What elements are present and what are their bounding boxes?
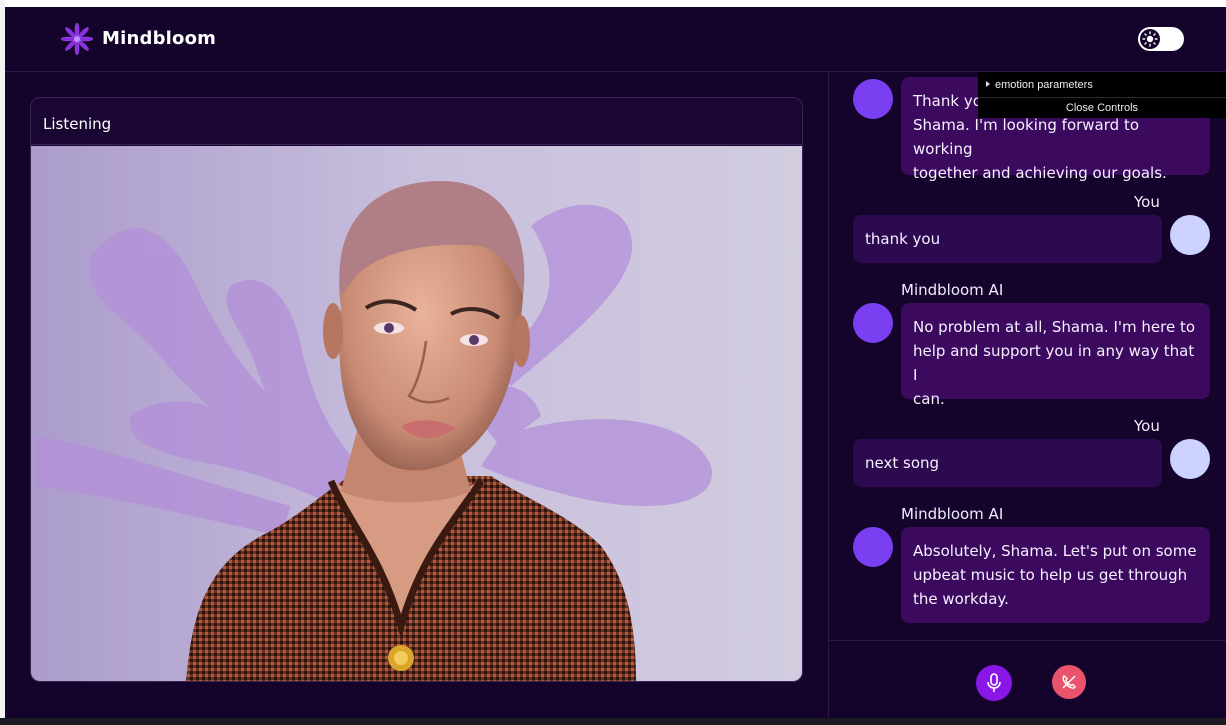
message-line: help and support you in any way that I	[913, 342, 1195, 384]
emotion-parameters-folder[interactable]: emotion parameters	[978, 72, 1226, 98]
message-line: upbeat music to help us get through	[913, 566, 1188, 584]
listening-status: Listening	[43, 115, 112, 133]
end-call-button[interactable]	[1052, 665, 1086, 699]
theme-toggle[interactable]	[1138, 27, 1184, 51]
sun-icon	[1142, 31, 1158, 47]
avatar-card-header: Listening	[31, 98, 802, 145]
app-window: Mindbloom Listening Thank you Shama. I'm…	[5, 7, 1226, 718]
avatar-3d-view[interactable]	[31, 146, 803, 682]
sender-name: Mindbloom AI	[901, 281, 1004, 299]
ai-message-bubble: Absolutely, Shama. Let's put on some upb…	[901, 527, 1210, 623]
microphone-button[interactable]	[976, 665, 1012, 701]
message-line: Shama. I'm looking forward to working	[913, 116, 1139, 158]
close-controls-button[interactable]: Close Controls	[978, 99, 1226, 118]
message-line: the workday.	[913, 590, 1009, 608]
message-line: together and achieving our goals.	[913, 164, 1167, 182]
microphone-icon	[987, 673, 1001, 692]
call-controls	[829, 640, 1226, 718]
ai-message-bubble: No problem at all, Shama. I'm here to he…	[901, 303, 1210, 408]
message-line: next song	[865, 454, 940, 472]
ai-avatar	[853, 79, 893, 119]
collapsed-arrow-icon	[986, 81, 990, 87]
sender-name: You	[1134, 417, 1160, 435]
top-bar: Mindbloom	[5, 7, 1226, 72]
sender-name: You	[1134, 193, 1160, 211]
chat-panel[interactable]: Thank you Shama. I'm looking forward to …	[829, 73, 1226, 640]
user-avatar	[1170, 439, 1210, 479]
debug-controls-panel[interactable]: emotion parameters Close Controls	[978, 72, 1226, 118]
user-avatar	[1170, 215, 1210, 255]
message-line: Absolutely, Shama. Let's put on some	[913, 542, 1197, 560]
taskbar-strip	[0, 718, 1226, 725]
user-message-bubble: thank you	[853, 215, 1162, 263]
user-message-bubble: next song	[853, 439, 1162, 487]
brand-name: Mindbloom	[102, 28, 217, 49]
phone-hangup-icon	[1062, 675, 1076, 689]
message-line: can.	[913, 390, 945, 408]
folder-label: emotion parameters	[995, 79, 1093, 91]
message-line: thank you	[865, 230, 941, 248]
ai-avatar	[853, 527, 893, 567]
ai-avatar	[853, 303, 893, 343]
avatar-card: Listening	[30, 97, 803, 682]
sender-name: Mindbloom AI	[901, 505, 1004, 523]
flower-logo-icon	[61, 23, 93, 55]
message-line: No problem at all, Shama. I'm here to	[913, 318, 1196, 336]
toggle-knob	[1140, 29, 1160, 49]
